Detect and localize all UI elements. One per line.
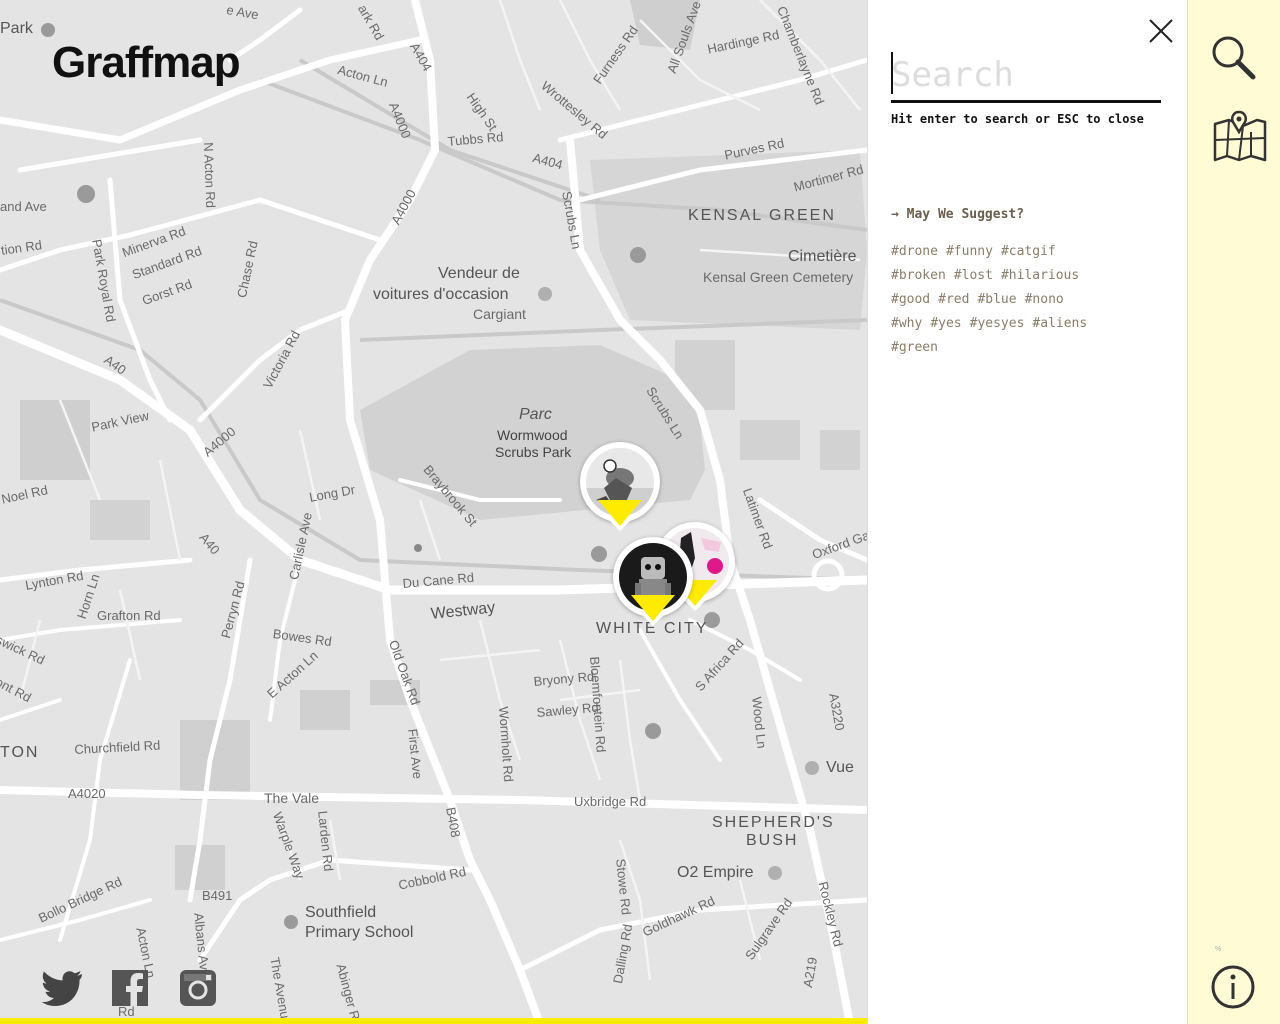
map-icon[interactable] [1213,110,1267,169]
tag-row: #broken #lost #hilarious [891,264,1151,288]
tag-link[interactable]: #funny [946,240,993,264]
map-label: Grafton Rd [97,608,161,623]
search-hint: Hit enter to search or ESC to close [891,112,1144,126]
map-label: Kensal Green Cemetery [703,269,854,285]
accent-bar [0,1018,867,1024]
tag-link[interactable]: #lost [954,264,993,288]
tag-link[interactable]: #drone [891,240,938,264]
tag-link[interactable]: #nono [1025,288,1064,312]
logo[interactable]: Graffmap [52,38,241,88]
tag-link[interactable]: #catgif [1001,240,1056,264]
tag-link[interactable]: #broken [891,264,946,288]
search-icon[interactable] [1210,34,1256,85]
map-label: O2 Empire [677,864,754,881]
tag-link[interactable]: #green [891,336,938,360]
map-label: N Acton Rd [201,142,219,209]
map-label: The Vale [264,790,319,806]
map-label: BUSH [746,832,799,849]
map-label: Cargiant [473,306,526,322]
map-label: A4020 [68,786,106,801]
map-label: Cimetière [788,248,857,265]
map[interactable]: Park e Ave ark Rd A404 Acton Ln High St … [0,0,867,1024]
text-caret [891,52,893,94]
graffiti-marker[interactable] [613,537,693,632]
tag-row: #good #red #blue #nono [891,288,1151,312]
graffiti-marker[interactable] [580,442,660,537]
tag-link[interactable]: #blue [977,288,1016,312]
map-label: TON [0,744,40,761]
map-label: Primary School [305,924,414,941]
map-label: voitures d'occasion [373,286,509,303]
social-links [40,966,220,1010]
tag-link[interactable]: #aliens [1032,312,1087,336]
info-icon[interactable] [1210,964,1256,1015]
map-label: Wormwood [497,427,568,443]
tag-row: #drone #funny #catgif [891,240,1151,264]
search-panel [867,0,1188,1024]
tag-row: #why #yes #yesyes #aliens [891,312,1151,336]
tag-link[interactable]: #yes [930,312,961,336]
search-input[interactable] [891,50,1161,103]
map-label: Vue [826,759,854,776]
map-label: Park [0,20,33,37]
map-label: Uxbridge Rd [574,794,647,809]
instagram-icon[interactable] [176,966,220,1010]
tag-link[interactable]: #red [938,288,969,312]
tag-link[interactable]: #hilarious [1001,264,1079,288]
map-label: Vendeur de [438,265,520,282]
map-label: B491 [202,888,233,903]
map-label: Parc [519,406,552,423]
map-label: and Ave [0,199,47,214]
tiny-mark: % [1215,946,1222,953]
tag-link[interactable]: #good [891,288,930,312]
tag-link[interactable]: #yesyes [970,312,1025,336]
map-label: Scrubs Park [495,444,572,460]
twitter-icon[interactable] [40,966,84,1010]
tag-row: #green [891,336,1151,360]
map-label: SHEPHERD'S [712,814,835,831]
suggested-tags: #drone #funny #catgif #broken #lost #hilariou… [891,240,1151,360]
tag-link[interactable]: #why [891,312,922,336]
map-label: Southfield [305,904,377,921]
suggest-title: → May We Suggest? [891,207,1025,222]
map-label: KENSAL GREEN [688,207,836,224]
close-icon[interactable] [1148,18,1174,44]
facebook-icon[interactable] [108,966,152,1010]
